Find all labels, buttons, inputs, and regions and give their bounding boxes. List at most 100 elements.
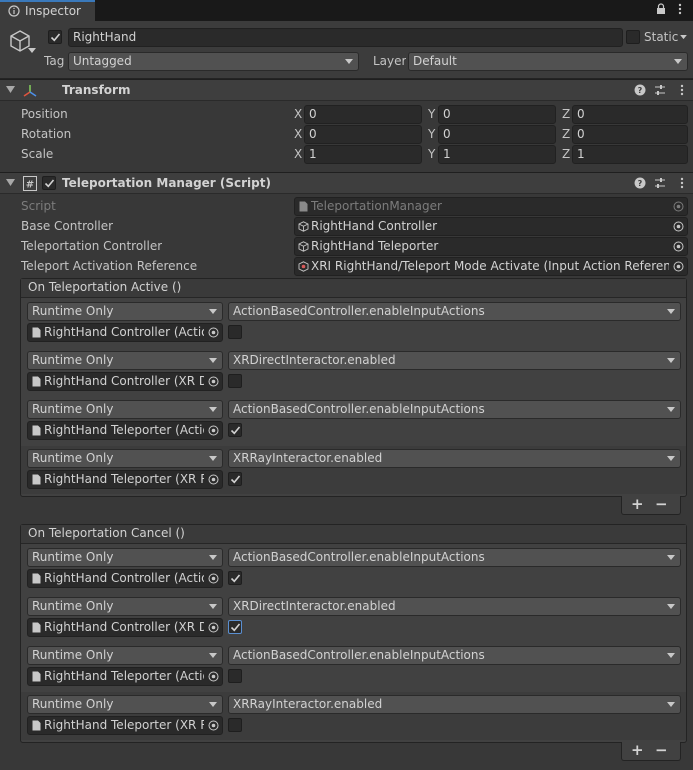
axis-z-label[interactable]: Z	[562, 127, 570, 141]
argument-checkbox[interactable]	[228, 571, 242, 585]
target-object-field[interactable]: RightHand Controller (XR Dire	[27, 372, 223, 391]
component-enabled-checkbox[interactable]	[42, 176, 56, 190]
tag-value: Untagged	[73, 54, 132, 68]
object-picker-icon[interactable]	[673, 261, 684, 272]
chevron-down-icon[interactable]	[680, 35, 687, 40]
teleport-activation-reference-field[interactable]: XRI RightHand/Teleport Mode Activate (In…	[294, 257, 688, 276]
function-dropdown[interactable]: XRDirectInteractor.enabled	[228, 351, 681, 370]
axis-y-label[interactable]: Y	[428, 147, 435, 161]
help-icon[interactable]: ?	[634, 84, 646, 96]
argument-checkbox[interactable]	[228, 472, 242, 486]
add-listener-button[interactable]: +	[631, 495, 644, 513]
transform-body: Position X 0 Y 0 Z 0 Rotation X 0 Y 0 Z …	[0, 102, 693, 170]
axis-x-label[interactable]: X	[294, 107, 302, 121]
help-icon[interactable]: ?	[634, 177, 646, 189]
target-object-field[interactable]: RightHand Controller (Action	[27, 569, 223, 588]
tag-dropdown[interactable]: Untagged	[68, 52, 359, 71]
unity-event-title: On Teleportation Active ()	[28, 280, 182, 294]
function-dropdown[interactable]: ActionBasedController.enableInputActions	[228, 302, 681, 321]
function-dropdown[interactable]: XRRayInteractor.enabled	[228, 449, 681, 468]
argument-checkbox[interactable]	[228, 718, 242, 732]
runtime-mode-dropdown[interactable]: Runtime Only	[27, 400, 223, 419]
argument-checkbox[interactable]	[228, 423, 242, 437]
foldout-arrow-icon[interactable]	[6, 86, 15, 94]
runtime-mode-dropdown[interactable]: Runtime Only	[27, 646, 223, 665]
active-checkbox[interactable]	[48, 30, 62, 44]
chevron-down-icon[interactable]	[28, 48, 36, 54]
position-x-field[interactable]: 0	[304, 105, 422, 124]
runtime-mode-dropdown[interactable]: Runtime Only	[27, 695, 223, 714]
axis-z-label[interactable]: Z	[562, 147, 570, 161]
runtime-mode-dropdown[interactable]: Runtime Only	[27, 597, 223, 616]
runtime-mode-dropdown[interactable]: Runtime Only	[27, 449, 223, 468]
preset-sliders-icon[interactable]	[654, 177, 666, 189]
teleportation-manager-title: Teleportation Manager (Script)	[62, 176, 271, 190]
object-picker-icon[interactable]	[208, 474, 219, 485]
tab-inspector[interactable]: Inspector	[0, 0, 95, 21]
runtime-mode-dropdown[interactable]: Runtime Only	[27, 302, 223, 321]
argument-checkbox[interactable]	[228, 669, 242, 683]
axis-y-label[interactable]: Y	[428, 127, 435, 141]
more-options-icon[interactable]	[676, 177, 688, 189]
svg-text:#: #	[26, 180, 34, 191]
remove-listener-button[interactable]: −	[655, 495, 668, 513]
object-picker-icon[interactable]	[208, 425, 219, 436]
remove-listener-button[interactable]: −	[655, 741, 668, 759]
runtime-mode-dropdown[interactable]: Runtime Only	[27, 351, 223, 370]
object-name-field[interactable]: RightHand	[68, 28, 623, 47]
target-object-field[interactable]: RightHand Teleporter (Action	[27, 667, 223, 686]
object-picker-icon[interactable]	[208, 671, 219, 682]
runtime-mode-dropdown[interactable]: Runtime Only	[27, 548, 223, 567]
rotation-z-field[interactable]: 0	[572, 125, 688, 144]
object-picker-icon[interactable]	[208, 376, 219, 387]
target-object-field[interactable]: RightHand Teleporter (XR Ra	[27, 716, 223, 735]
foldout-arrow-icon[interactable]	[6, 179, 15, 187]
argument-checkbox[interactable]	[228, 374, 242, 388]
teleportation-controller-field[interactable]: RightHand Teleporter	[294, 237, 688, 256]
rotation-y-field[interactable]: 0	[438, 125, 556, 144]
lock-icon[interactable]	[656, 3, 666, 15]
position-z-field[interactable]: 0	[572, 105, 688, 124]
object-picker-icon[interactable]	[673, 241, 684, 252]
transform-header[interactable]: Transform ?	[0, 79, 693, 101]
chevron-down-icon	[667, 702, 675, 707]
object-picker-icon[interactable]	[208, 622, 219, 633]
object-picker-icon[interactable]	[208, 573, 219, 584]
add-listener-button[interactable]: +	[631, 741, 644, 759]
inspector-tab-bar: Inspector	[0, 0, 693, 21]
scale-x-field[interactable]: 1	[304, 145, 422, 164]
more-options-icon[interactable]	[674, 3, 686, 15]
static-label[interactable]: Static	[644, 30, 678, 44]
scale-z-field[interactable]: 1	[572, 145, 688, 164]
argument-checkbox[interactable]	[228, 325, 242, 339]
axis-z-label[interactable]: Z	[562, 107, 570, 121]
target-object-field[interactable]: RightHand Teleporter (XR Ra	[27, 470, 223, 489]
axis-x-label[interactable]: X	[294, 127, 302, 141]
function-dropdown[interactable]: XRRayInteractor.enabled	[228, 695, 681, 714]
argument-checkbox[interactable]	[228, 620, 242, 634]
position-y-field[interactable]: 0	[438, 105, 556, 124]
static-checkbox[interactable]	[626, 30, 640, 44]
more-options-icon[interactable]	[676, 84, 688, 96]
teleportation-manager-header[interactable]: # Teleportation Manager (Script) ?	[0, 172, 693, 194]
gameobject-cube-icon	[298, 241, 309, 252]
function-dropdown[interactable]: ActionBasedController.enableInputActions	[228, 646, 681, 665]
target-object-field[interactable]: RightHand Teleporter (Action	[27, 421, 223, 440]
scale-y-field[interactable]: 1	[438, 145, 556, 164]
object-picker-icon[interactable]	[208, 720, 219, 731]
function-value: XRDirectInteractor.enabled	[233, 353, 396, 367]
function-dropdown[interactable]: ActionBasedController.enableInputActions	[228, 548, 681, 567]
function-dropdown[interactable]: XRDirectInteractor.enabled	[228, 597, 681, 616]
preset-sliders-icon[interactable]	[654, 84, 666, 96]
layer-dropdown[interactable]: Default	[408, 52, 688, 71]
rotation-x-field[interactable]: 0	[304, 125, 422, 144]
base-controller-field[interactable]: RightHand Controller	[294, 217, 688, 236]
object-picker-icon[interactable]	[208, 327, 219, 338]
script-file-icon	[32, 327, 41, 338]
target-object-field[interactable]: RightHand Controller (Action	[27, 323, 223, 342]
target-object-field[interactable]: RightHand Controller (XR Dire	[27, 618, 223, 637]
axis-y-label[interactable]: Y	[428, 107, 435, 121]
function-dropdown[interactable]: ActionBasedController.enableInputActions	[228, 400, 681, 419]
axis-x-label[interactable]: X	[294, 147, 302, 161]
object-picker-icon[interactable]	[673, 221, 684, 232]
